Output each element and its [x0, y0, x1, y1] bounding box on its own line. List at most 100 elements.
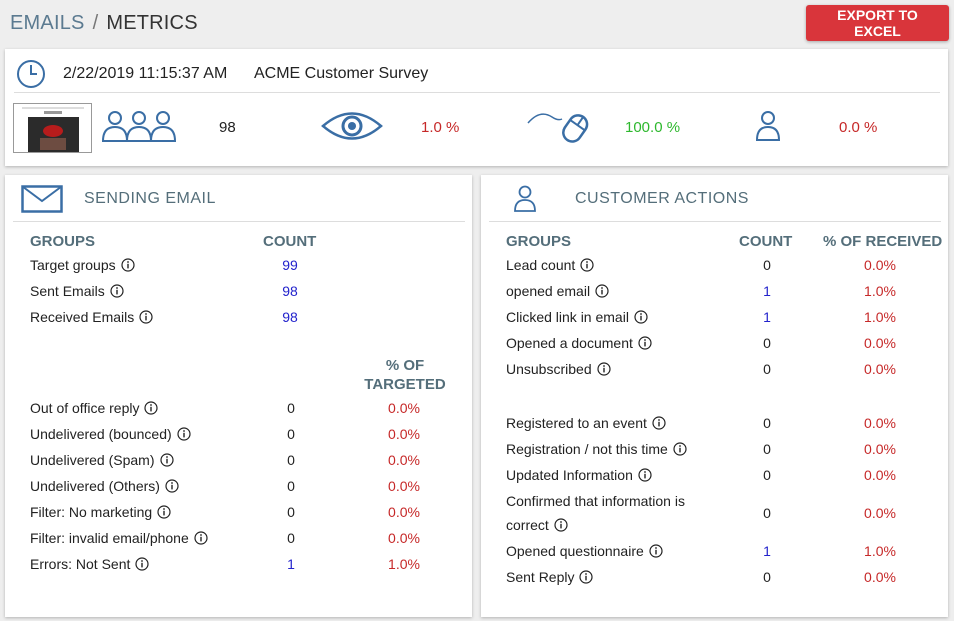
row-count: 0 — [763, 361, 771, 377]
info-icon[interactable] — [121, 258, 135, 272]
row-label: Undelivered (Others) — [30, 478, 160, 494]
row-count[interactable]: 1 — [752, 543, 782, 559]
row-count[interactable]: 99 — [275, 257, 305, 273]
info-icon[interactable] — [580, 258, 594, 272]
row-label: Opened questionnaire — [506, 543, 644, 559]
row-percent: 1.0% — [864, 309, 896, 325]
table-row: Registration / not this time 0 0.0% — [481, 437, 948, 463]
row-percent: 1.0% — [388, 556, 420, 572]
row-label: Unsubscribed — [506, 361, 592, 377]
info-icon[interactable] — [139, 310, 153, 324]
column-header-pct-line2: TARGETED — [364, 376, 446, 393]
divider — [14, 92, 940, 93]
info-icon[interactable] — [638, 336, 652, 350]
row-percent: 0.0% — [864, 467, 896, 483]
row-percent: 0.0% — [864, 361, 896, 377]
row-label: Out of office reply — [30, 400, 140, 416]
breadcrumb-metrics: METRICS — [106, 12, 198, 34]
row-label: opened email — [506, 283, 591, 299]
row-count[interactable]: 1 — [752, 309, 782, 325]
row-count: 0 — [287, 426, 295, 442]
row-label: Lead count — [506, 257, 576, 273]
person-icon — [514, 185, 536, 212]
row-label: Confirmed that information is — [506, 493, 685, 509]
table-row: Undelivered (Others) 0 0.0% — [5, 474, 472, 500]
info-icon[interactable] — [595, 284, 609, 298]
info-icon[interactable] — [634, 310, 648, 324]
table-row: Clicked link in email 1 1.0% — [481, 305, 948, 331]
row-percent: 0.0% — [864, 505, 896, 521]
info-icon[interactable] — [177, 427, 191, 441]
summary-card: 2/22/2019 11:15:37 AM ACME Customer Surv… — [5, 49, 948, 166]
row-count: 0 — [763, 569, 771, 585]
table-row: Sent Reply 0 0.0% — [481, 565, 948, 591]
info-icon[interactable] — [638, 468, 652, 482]
info-icon[interactable] — [652, 416, 666, 430]
mouse-click-icon — [527, 113, 589, 143]
row-percent: 0.0% — [388, 400, 420, 416]
row-count[interactable]: 1 — [752, 283, 782, 299]
row-count: 0 — [763, 505, 771, 521]
row-label-continued: correct — [506, 517, 549, 533]
table-row: opened email 1 1.0% — [481, 279, 948, 305]
info-icon[interactable] — [554, 518, 568, 532]
breadcrumb-emails[interactable]: EMAILS — [10, 12, 85, 34]
info-icon[interactable] — [597, 362, 611, 376]
recipients-group-icon — [101, 111, 177, 142]
row-percent: 0.0% — [388, 426, 420, 442]
recipients-count: 98 — [219, 119, 236, 136]
row-percent: 1.0% — [864, 543, 896, 559]
info-icon[interactable] — [135, 557, 149, 571]
section-title: CUSTOMER ACTIONS — [575, 190, 749, 207]
row-label: Undelivered (Spam) — [30, 452, 155, 468]
email-preview-thumbnail[interactable] — [13, 103, 92, 153]
sent-datetime: 2/22/2019 11:15:37 AM — [63, 65, 228, 82]
table-row: Updated Information 0 0.0% — [481, 463, 948, 489]
section-title: SENDING EMAIL — [84, 190, 216, 207]
row-percent: 0.0% — [388, 452, 420, 468]
row-count[interactable]: 1 — [276, 556, 306, 572]
info-icon[interactable] — [579, 570, 594, 584]
row-label: Undelivered (bounced) — [30, 426, 172, 442]
row-count: 0 — [287, 400, 295, 416]
row-label: Registration / not this time — [506, 441, 668, 457]
table-row: Filter: invalid email/phone 0 0.0% — [5, 526, 472, 552]
column-header-pct-line1: % OF — [385, 357, 425, 374]
row-count: 0 — [287, 478, 295, 494]
table-row: Opened a document 0 0.0% — [481, 331, 948, 357]
breadcrumb-separator: / — [92, 12, 99, 34]
info-icon[interactable] — [673, 442, 687, 456]
row-percent: 0.0% — [388, 530, 420, 546]
row-count: 0 — [763, 257, 771, 273]
info-icon[interactable] — [194, 531, 208, 545]
row-count[interactable]: 98 — [275, 283, 305, 299]
export-to-excel-button[interactable]: EXPORT TO EXCEL — [806, 5, 949, 41]
table-row: Undelivered (Spam) 0 0.0% — [5, 448, 472, 474]
info-icon[interactable] — [110, 284, 124, 298]
campaign-name: ACME Customer Survey — [254, 65, 429, 82]
table-row: Out of office reply 0 0.0% — [5, 396, 472, 422]
table-row: Unsubscribed 0 0.0% — [481, 357, 948, 383]
row-count[interactable]: 98 — [275, 309, 305, 325]
table-row: Undelivered (bounced) 0 0.0% — [5, 422, 472, 448]
row-count: 0 — [287, 530, 295, 546]
eye-icon — [321, 112, 383, 140]
table-row: Target groups 99 — [5, 253, 472, 279]
column-header-pct-received: % OF RECEIVED — [823, 233, 943, 250]
row-percent: 0.0% — [388, 504, 420, 520]
row-label: Filter: invalid email/phone — [30, 530, 189, 546]
info-icon[interactable] — [165, 479, 179, 493]
row-label: Opened a document — [506, 335, 633, 351]
info-icon[interactable] — [144, 401, 159, 415]
row-label: Target groups — [30, 257, 116, 273]
table-row: Sent Emails 98 — [5, 279, 472, 305]
row-count: 0 — [287, 452, 295, 468]
info-icon[interactable] — [157, 505, 171, 519]
clock-icon — [17, 60, 45, 88]
sending-email-card: SENDING EMAIL GROUPS COUNT Target groups… — [5, 175, 472, 617]
info-icon[interactable] — [159, 453, 174, 467]
row-label: Errors: Not Sent — [30, 556, 131, 572]
row-percent: 0.0% — [864, 441, 896, 457]
info-icon[interactable] — [649, 544, 663, 558]
row-label: Filter: No marketing — [30, 504, 153, 520]
